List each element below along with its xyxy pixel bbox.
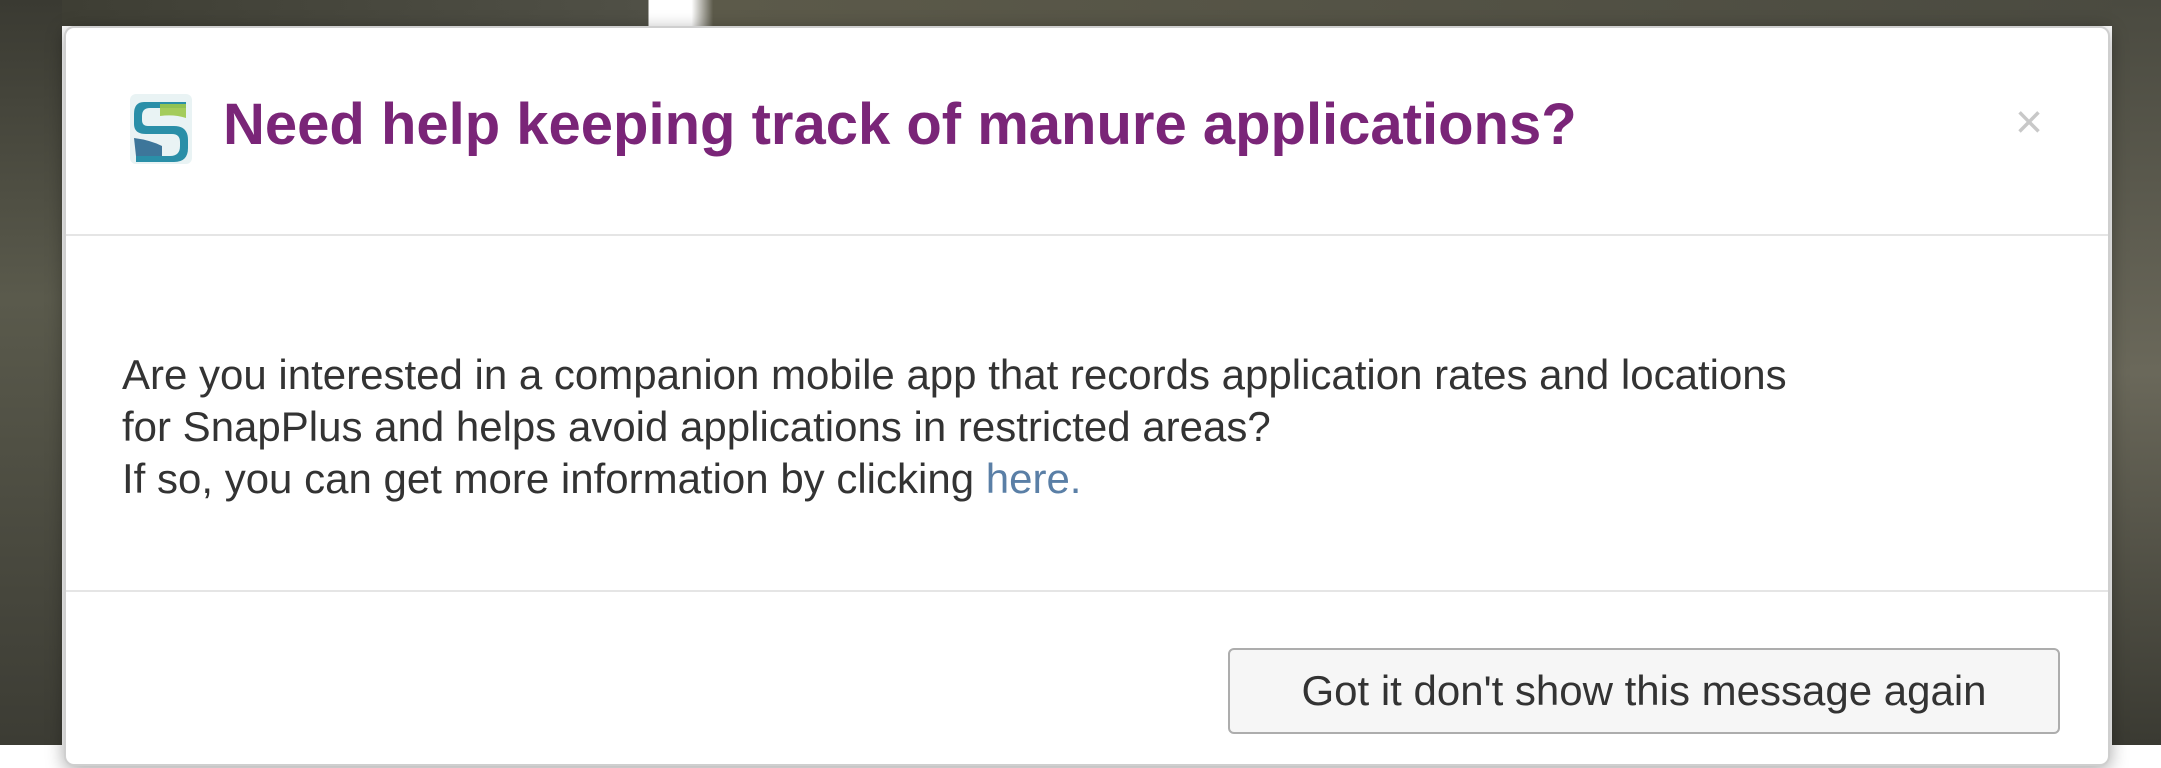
promo-dialog: Need help keeping track of manure applic… (64, 26, 2110, 766)
message-line-1: Are you interested in a companion mobile… (122, 351, 1787, 398)
backdrop-top (0, 0, 2161, 26)
dialog-title: Need help keeping track of manure applic… (223, 92, 1577, 157)
close-button[interactable]: × (2002, 96, 2056, 150)
backdrop-right (2112, 0, 2161, 745)
dialog-message: Are you interested in a companion mobile… (122, 349, 2102, 505)
snapplus-logo-icon (130, 94, 192, 164)
message-line-3: If so, you can get more information by c… (122, 453, 2102, 505)
dialog-header: Need help keeping track of manure applic… (66, 28, 2108, 236)
more-info-link[interactable]: here. (986, 455, 1082, 502)
dialog-body: Are you interested in a companion mobile… (66, 236, 2108, 592)
message-line-3-text: If so, you can get more information by c… (122, 455, 986, 502)
message-line-2: for SnapPlus and helps avoid application… (122, 403, 1271, 450)
dialog-footer: Got it don't show this message again (66, 592, 2108, 768)
dont-show-again-button[interactable]: Got it don't show this message again (1228, 648, 2060, 734)
backdrop-left (0, 0, 62, 745)
